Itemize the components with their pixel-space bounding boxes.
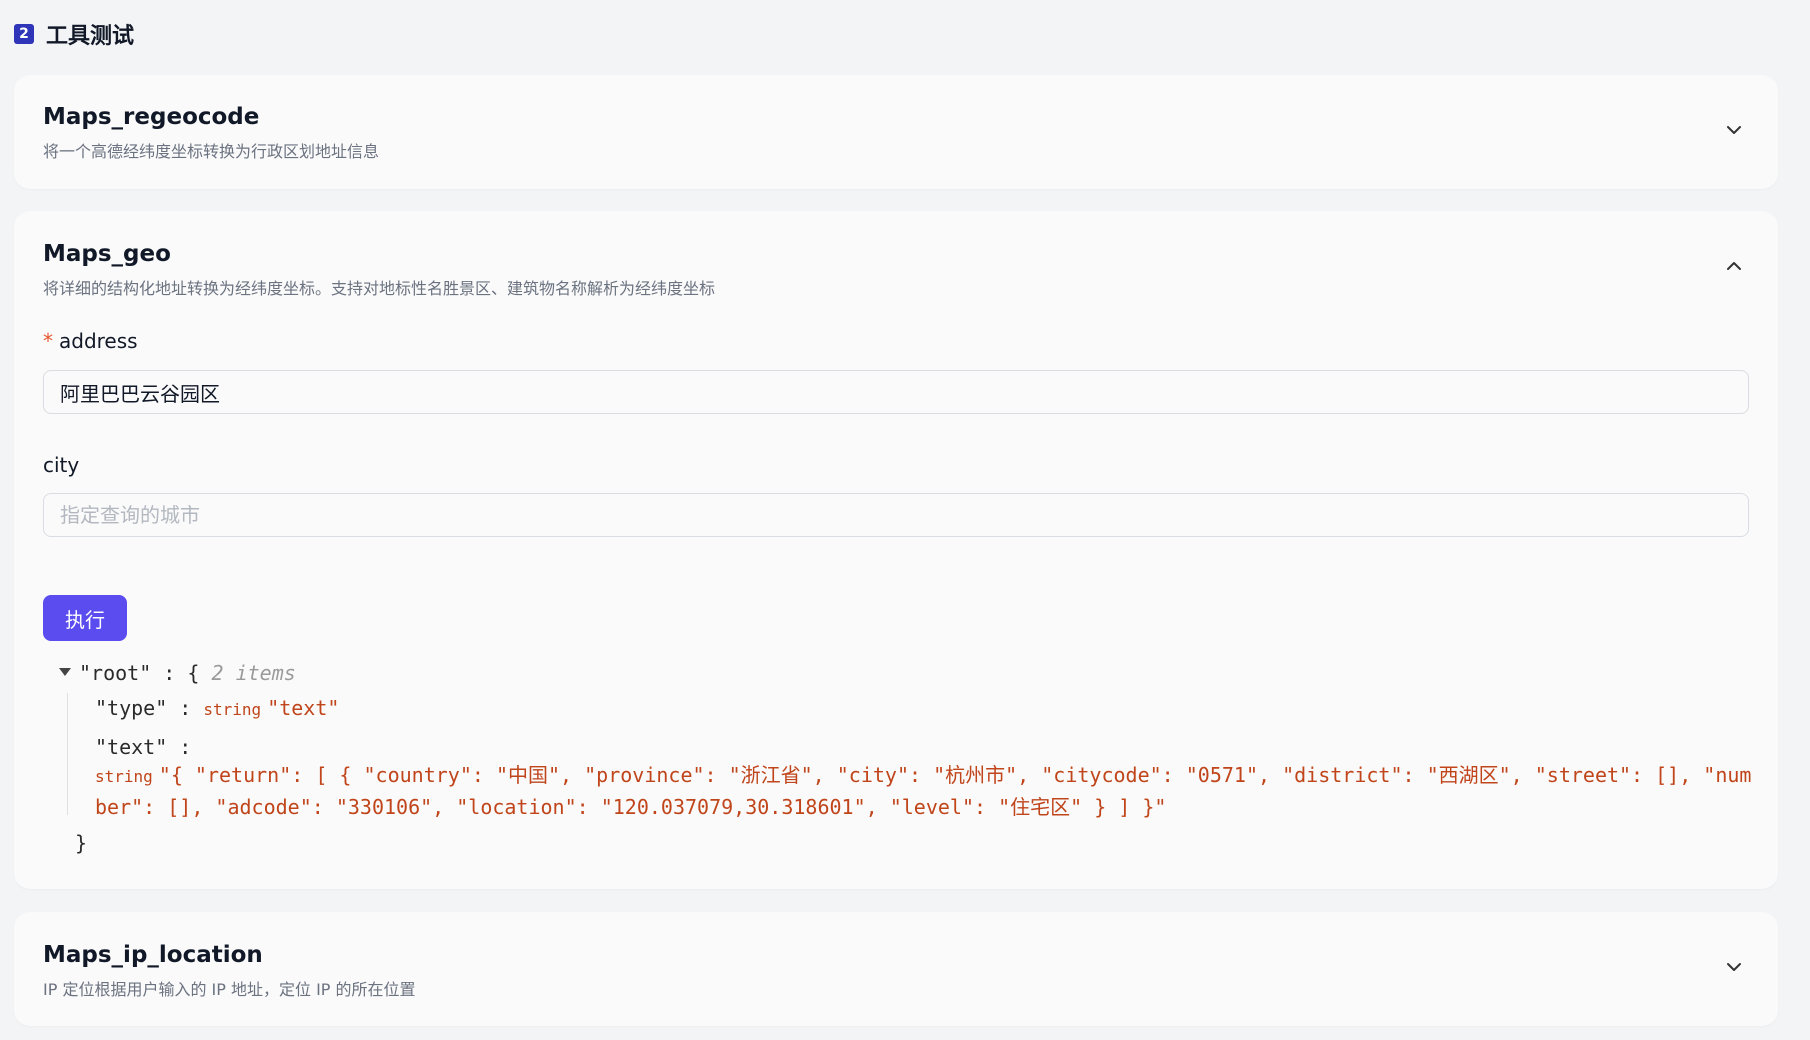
json-entry-text-value: string "{ "return": [ { "country": "中国", … xyxy=(95,760,1755,823)
collapse-caret-icon[interactable] xyxy=(59,668,71,676)
city-label: city xyxy=(43,453,80,477)
tool-name: Maps_geo xyxy=(43,241,171,267)
tool-card-geo: Maps_geo 将详细的结构化地址转换为经纬度坐标。支持对地标性名胜景区、建筑… xyxy=(14,211,1778,889)
chevron-up-icon[interactable] xyxy=(1724,256,1744,276)
json-item-count: 2 items xyxy=(211,661,296,685)
address-input[interactable] xyxy=(43,370,1749,414)
tool-description: IP 定位根据用户输入的 IP 地址，定位 IP 的所在位置 xyxy=(43,980,416,999)
tool-card-regeocode[interactable]: Maps_regeocode 将一个高德经纬度坐标转换为行政区划地址信息 xyxy=(14,75,1778,189)
tool-test-page: 2 工具测试 Maps_regeocode 将一个高德经纬度坐标转换为行政区划地… xyxy=(0,0,1810,1040)
section-title: 工具测试 xyxy=(46,23,135,48)
json-result-viewer: "root" : { 2 items "type" : string "text"… xyxy=(59,661,1751,881)
tool-card-ip-location[interactable]: Maps_ip_location IP 定位根据用户输入的 IP 地址，定位 I… xyxy=(14,912,1778,1026)
tool-name: Maps_regeocode xyxy=(43,104,260,130)
tool-description: 将详细的结构化地址转换为经纬度坐标。支持对地标性名胜景区、建筑物名称解析为经纬度… xyxy=(43,279,716,298)
city-input[interactable] xyxy=(43,493,1749,537)
tool-name: Maps_ip_location xyxy=(43,942,263,968)
json-type-hint: string xyxy=(203,700,262,719)
chevron-down-icon[interactable] xyxy=(1724,120,1744,140)
address-label: * address xyxy=(43,329,138,353)
json-entry-text-key: "text" : xyxy=(95,735,192,759)
required-asterisk: * xyxy=(43,329,53,353)
json-string-value: "{ "return": [ { "country": "中国", "provi… xyxy=(95,763,1752,819)
json-entry-type: "type" : string "text" xyxy=(95,696,340,720)
json-type-hint: string xyxy=(95,767,153,786)
json-close-brace: } xyxy=(75,831,88,855)
execute-button[interactable]: 执行 xyxy=(43,595,127,641)
tool-description: 将一个高德经纬度坐标转换为行政区划地址信息 xyxy=(43,142,380,161)
json-indent-guide xyxy=(67,693,68,815)
json-string-value: "text" xyxy=(267,696,340,720)
json-root-row[interactable]: "root" : { 2 items xyxy=(59,661,296,685)
step-badge: 2 xyxy=(14,24,34,44)
chevron-down-icon[interactable] xyxy=(1724,957,1744,977)
section-header: 2 工具测试 xyxy=(14,18,134,50)
